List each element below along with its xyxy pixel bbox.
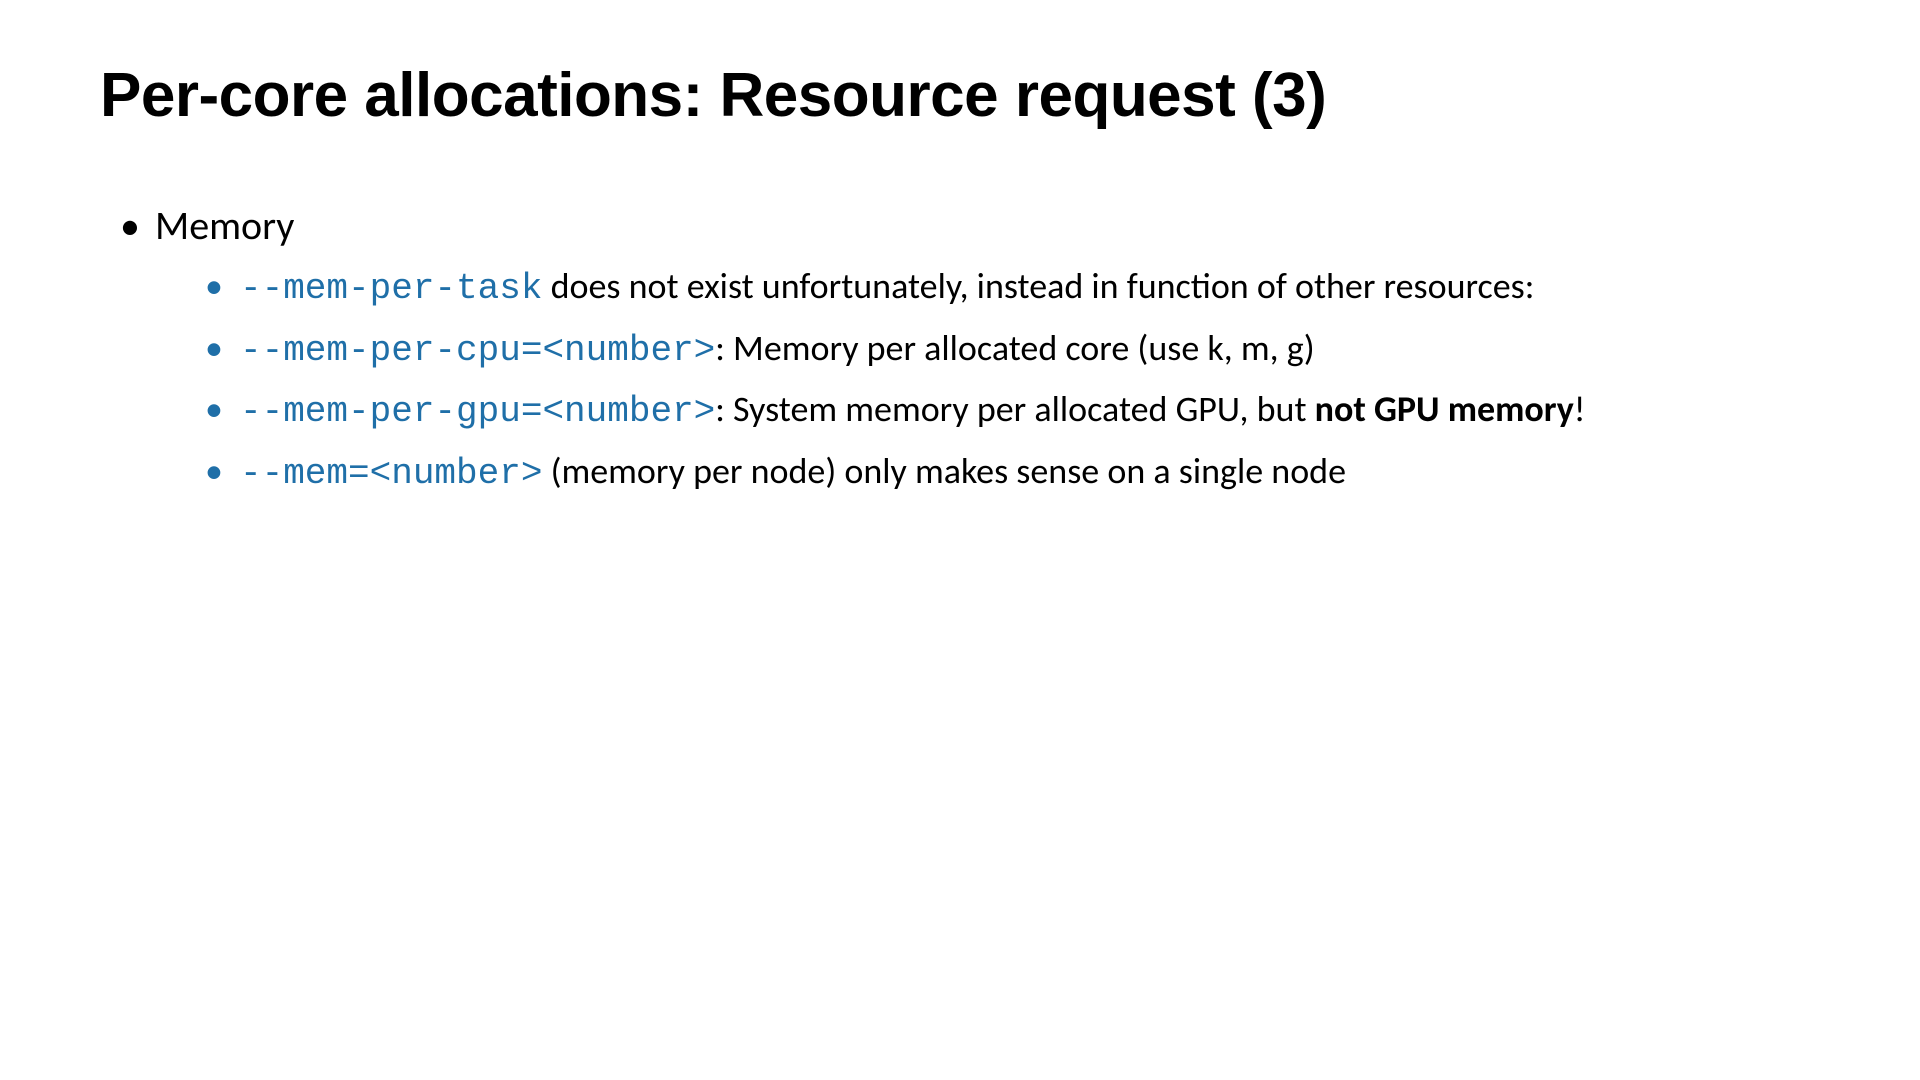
section-bullet: Memory --mem-per-task does not exist unf… bbox=[120, 201, 1820, 498]
code-mem-per-cpu: --mem-per-cpu=<number> bbox=[240, 330, 715, 371]
bullet-list-level2: --mem-per-task does not exist unfortunat… bbox=[155, 262, 1820, 498]
bullet-list-level1: Memory --mem-per-task does not exist unf… bbox=[100, 201, 1820, 498]
bullet-item-3: --mem-per-gpu=<number>: System memory pe… bbox=[205, 385, 1820, 437]
code-mem-per-gpu: --mem-per-gpu=<number> bbox=[240, 391, 715, 432]
text-2: : Memory per allocated core (use k, m, g… bbox=[715, 326, 1314, 370]
text-1: does not exist unfortunately, instead in… bbox=[542, 264, 1534, 308]
bold-not-gpu-memory: not GPU memory bbox=[1315, 387, 1574, 431]
slide-title: Per-core allocations: Resource request (… bbox=[100, 60, 1820, 131]
text-3a: : System memory per allocated GPU, but bbox=[715, 387, 1314, 431]
text-3b: ! bbox=[1574, 387, 1586, 431]
section-label: Memory bbox=[155, 201, 294, 250]
bullet-item-1: --mem-per-task does not exist unfortunat… bbox=[205, 262, 1820, 314]
code-mem: --mem=<number> bbox=[240, 453, 542, 494]
bullet-item-4: --mem=<number> (memory per node) only ma… bbox=[205, 447, 1820, 499]
bullet-item-2: --mem-per-cpu=<number>: Memory per alloc… bbox=[205, 324, 1820, 376]
text-4: (memory per node) only makes sense on a … bbox=[542, 449, 1346, 493]
code-mem-per-task: --mem-per-task bbox=[240, 268, 542, 309]
